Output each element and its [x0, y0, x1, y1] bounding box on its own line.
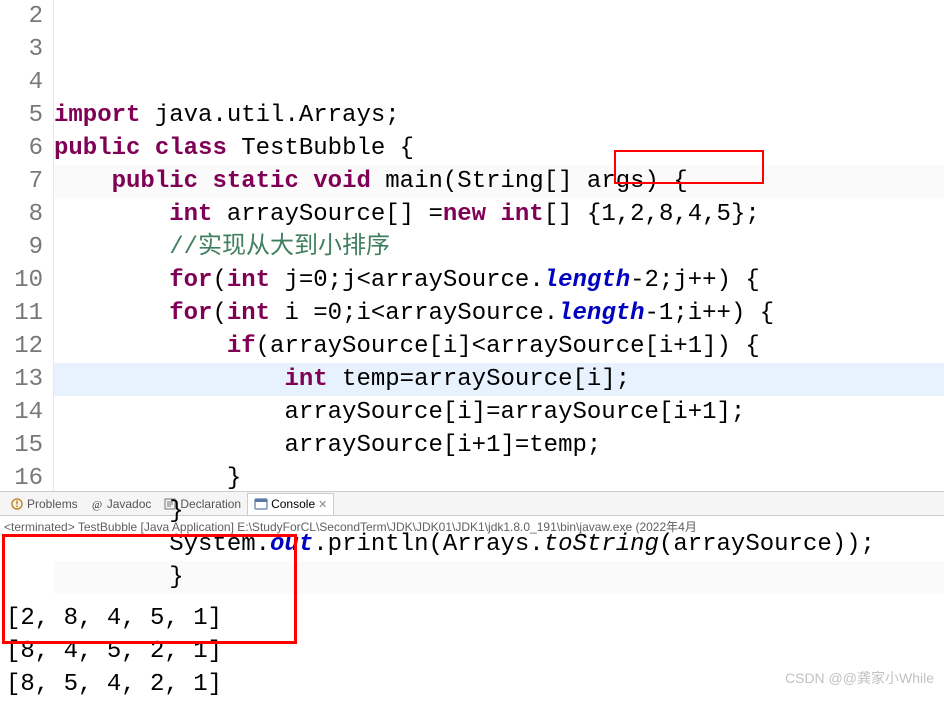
line-number-gutter: 2345678910111213141516 — [0, 0, 54, 491]
code-line[interactable]: arraySource[i]=arraySource[i+1]; — [54, 396, 944, 429]
line-number: 12 — [0, 330, 43, 363]
line-number: 16 — [0, 462, 43, 495]
code-line[interactable]: //实现从大到小排序 — [54, 231, 944, 264]
line-number: 8 — [0, 198, 43, 231]
code-line[interactable]: } — [54, 495, 944, 528]
line-number: 15 — [0, 429, 43, 462]
line-number: 3 — [0, 33, 43, 66]
code-line[interactable]: for(int j=0;j<arraySource.length-2;j++) … — [54, 264, 944, 297]
line-number: 14 — [0, 396, 43, 429]
line-number: 4 — [0, 66, 43, 99]
code-line[interactable]: import java.util.Arrays; — [54, 99, 944, 132]
problems-icon — [10, 497, 24, 511]
code-area[interactable]: import java.util.Arrays;public class Tes… — [54, 0, 944, 491]
code-line[interactable]: public class TestBubble { — [54, 132, 944, 165]
console-line: [2, 8, 4, 5, 1] — [6, 602, 938, 635]
watermark: CSDN @@龚家小While — [785, 668, 934, 688]
code-line[interactable]: arraySource[i+1]=temp; — [54, 429, 944, 462]
code-line[interactable]: int temp=arraySource[i]; — [54, 363, 944, 396]
code-line[interactable]: if(arraySource[i]<arraySource[i+1]) { — [54, 330, 944, 363]
code-line[interactable]: } — [54, 462, 944, 495]
line-number: 2 — [0, 0, 43, 33]
line-number: 13 — [0, 363, 43, 396]
code-line[interactable]: public static void main(String[] args) { — [54, 165, 944, 198]
line-number: 5 — [0, 99, 43, 132]
line-number: 9 — [0, 231, 43, 264]
line-number: 7 — [0, 165, 43, 198]
line-number: 10 — [0, 264, 43, 297]
code-line[interactable]: int arraySource[] =new int[] {1,2,8,4,5}… — [54, 198, 944, 231]
line-number: 6 — [0, 132, 43, 165]
code-line[interactable]: for(int i =0;i<arraySource.length-1;i++)… — [54, 297, 944, 330]
code-editor[interactable]: 2345678910111213141516 import java.util.… — [0, 0, 944, 492]
console-line: [8, 4, 5, 2, 1] — [6, 635, 938, 668]
line-number: 11 — [0, 297, 43, 330]
